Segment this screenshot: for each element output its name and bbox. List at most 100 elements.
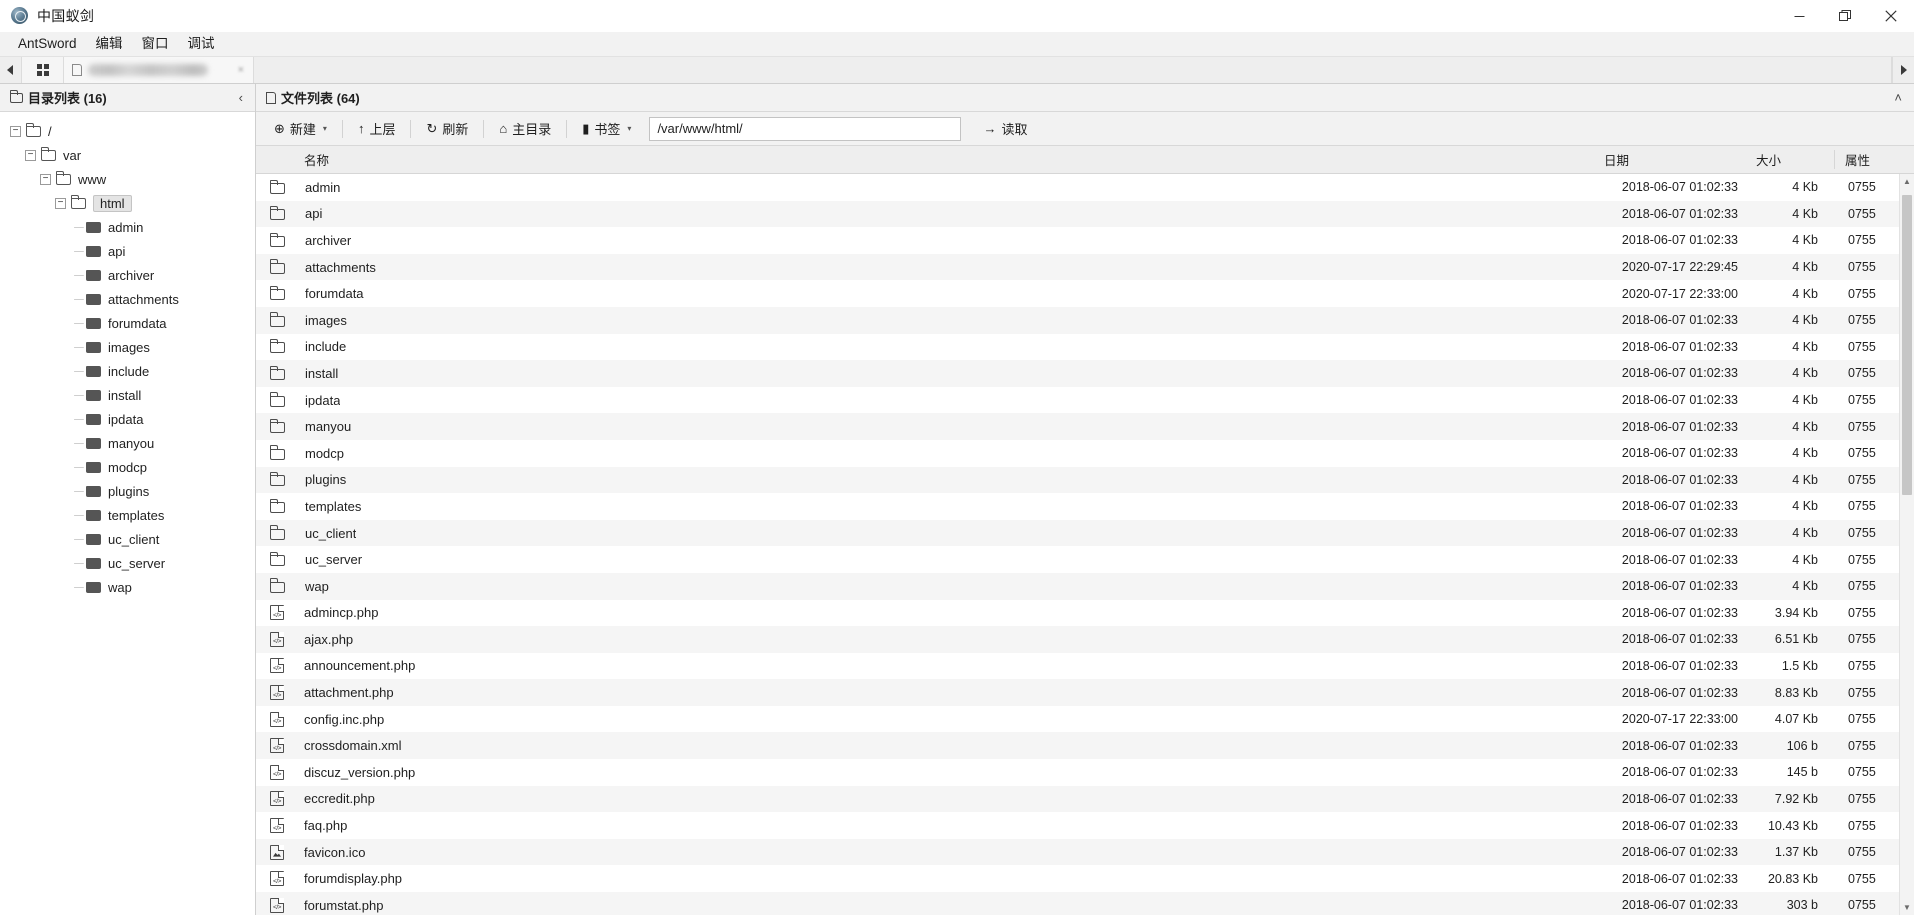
folder-solid-icon	[74, 293, 101, 305]
file-name-label: announcement.php	[304, 658, 416, 674]
grid-view-icon[interactable]	[22, 57, 64, 83]
file-date-cell: 2020-07-17 22:33:00	[1621, 286, 1738, 301]
table-row[interactable]: modcp 2018-06-07 01:02:33 4 Kb 0755	[256, 440, 1914, 467]
tree-node-archiver[interactable]: archiver	[0, 263, 255, 287]
tree-node-api[interactable]: api	[0, 239, 255, 263]
tree-node-forumdata[interactable]: forumdata	[0, 311, 255, 335]
table-row[interactable]: api 2018-06-07 01:02:33 4 Kb 0755	[256, 200, 1914, 228]
read-button[interactable]: → 读取	[973, 117, 1037, 141]
tab-strip: ×	[0, 57, 1914, 84]
tree-expander-icon[interactable]: −	[10, 125, 21, 137]
tree-node-var[interactable]: − var	[0, 143, 255, 167]
table-row[interactable]: admin 2018-06-07 01:02:33 4 Kb 0755	[256, 174, 1914, 201]
table-row[interactable]: favicon.ico 2018-06-07 01:02:33 1.37 Kb 075…	[256, 838, 1914, 866]
table-row[interactable]: config.inc.php 2020-07-17 22:33:00 4.07 Kb…	[256, 706, 1914, 733]
table-row[interactable]: ajax.php2018-06-07 01:02:336.51 Kb0755	[256, 626, 1914, 653]
tree-node-admin[interactable]: admin	[0, 215, 255, 239]
shell-tab[interactable]: ×	[64, 57, 254, 83]
table-row[interactable]: archiver 2018-06-07 01:02:33 4 Kb 0755	[256, 227, 1914, 254]
tree-node-www[interactable]: − www	[0, 167, 255, 191]
menu-edit[interactable]: 编辑	[87, 34, 132, 54]
column-header-size[interactable]: 大小	[1746, 150, 1834, 169]
home-button[interactable]: ⌂ 主目录	[489, 117, 561, 141]
table-row[interactable]: wap 2018-06-07 01:02:33 4 Kb 0755	[256, 572, 1914, 600]
maximize-restore-button[interactable]	[1822, 0, 1868, 32]
up-button[interactable]: ↑ 上层	[348, 117, 406, 141]
minimize-button[interactable]	[1776, 0, 1822, 32]
table-row[interactable]: crossdomain.xml2018-06-07 01:02:33106 b0…	[256, 732, 1914, 760]
tree-expander-icon[interactable]: −	[40, 173, 51, 185]
tree-node-install[interactable]: install	[0, 383, 255, 407]
column-header-date[interactable]: 日期	[1594, 150, 1746, 169]
folder-icon	[269, 418, 285, 434]
table-row[interactable]: templates 2018-06-07 01:02:33 4 Kb 0755	[256, 493, 1914, 520]
bookmark-button[interactable]: ▮ 书签 ▾	[572, 117, 641, 141]
tree-expander-icon[interactable]: −	[25, 149, 36, 161]
path-input[interactable]	[649, 116, 962, 141]
table-row[interactable]: attachments 2020-07-17 22:29:45 4 Kb 0755	[256, 253, 1914, 281]
table-row[interactable]: manyou 2018-06-07 01:02:33 4 Kb 0755	[256, 413, 1914, 440]
code-file-icon	[270, 791, 284, 807]
tab-scroll-right-icon[interactable]	[1892, 57, 1914, 83]
tree-node-templates[interactable]: templates	[0, 503, 255, 527]
file-list-scrollbar[interactable]: ▲ ▼	[1899, 174, 1914, 915]
tree-node-plugins[interactable]: plugins	[0, 479, 255, 503]
table-row[interactable]: include 2018-06-07 01:02:33 4 Kb 0755	[256, 334, 1914, 361]
scrollbar-track[interactable]	[1900, 189, 1914, 900]
tree-node-manyou[interactable]: manyou	[0, 431, 255, 455]
toolbar-separator	[410, 119, 412, 138]
shell-tab-close-icon[interactable]: ×	[238, 64, 244, 76]
table-row[interactable]: plugins 2018-06-07 01:02:33 4 Kb 0755	[256, 466, 1914, 494]
menu-debug[interactable]: 调试	[179, 34, 224, 54]
scroll-down-icon[interactable]: ▼	[1900, 900, 1914, 915]
scrollbar-thumb[interactable]	[1902, 195, 1912, 495]
file-name-cell: manyou	[256, 418, 1594, 434]
table-row[interactable]: faq.php2018-06-07 01:02:3310.43 Kb0755	[256, 812, 1914, 839]
file-size-cell: 4 Kb	[1792, 233, 1818, 248]
tree-expander-icon[interactable]: −	[55, 197, 66, 209]
table-row[interactable]: eccredit.php2018-06-07 01:02:337.92 Kb07…	[256, 785, 1914, 813]
folder-icon	[269, 285, 285, 301]
table-row[interactable]: ipdata 2018-06-07 01:02:33 4 Kb 0755	[256, 387, 1914, 414]
new-button[interactable]: ⊕ 新建 ▾	[264, 117, 337, 141]
file-size-cell: 10.43 Kb	[1767, 818, 1818, 833]
tree-node-uc_server[interactable]: uc_server	[0, 551, 255, 575]
tree-node-uc_client[interactable]: uc_client	[0, 527, 255, 551]
menu-window[interactable]: 窗口	[133, 34, 178, 54]
menu-antsword[interactable]: AntSword	[9, 34, 86, 54]
table-row[interactable]: images 2018-06-07 01:02:33 4 Kb 0755	[256, 306, 1914, 334]
table-row[interactable]: install 2018-06-07 01:02:33 4 Kb 0755	[256, 360, 1914, 387]
refresh-button[interactable]: ↻ 刷新	[416, 117, 478, 141]
tree-node-include[interactable]: include	[0, 359, 255, 383]
tab-scroll-left-icon[interactable]	[0, 57, 22, 83]
file-size-cell: 4 Kb	[1792, 393, 1818, 408]
directory-panel-collapse-icon[interactable]: ‹	[235, 89, 247, 106]
shell-tab-label-redacted	[88, 64, 208, 76]
file-list-panel-collapse-icon[interactable]: ˄	[1890, 89, 1906, 106]
table-row[interactable]: forumdisplay.php 2018-06-07 01:02:33 20.83…	[256, 865, 1914, 892]
tree-node-label: wap	[108, 579, 132, 595]
tree-node-[interactable]: − /	[0, 119, 255, 143]
chevron-down-icon[interactable]: ▾	[323, 124, 327, 133]
column-header-attr[interactable]: 属性	[1834, 150, 1914, 169]
tree-node-modcp[interactable]: modcp	[0, 455, 255, 479]
file-size-cell: 4 Kb	[1792, 180, 1818, 195]
tree-node-ipdata[interactable]: ipdata	[0, 407, 255, 431]
tree-node-images[interactable]: images	[0, 335, 255, 359]
scroll-up-icon[interactable]: ▲	[1900, 174, 1914, 189]
tree-node-wap[interactable]: wap	[0, 575, 255, 599]
chevron-down-icon[interactable]: ▾	[627, 124, 631, 133]
table-row[interactable]: forumdata 2020-07-17 22:33:00 4 Kb 0755	[256, 280, 1914, 307]
tree-node-attachments[interactable]: attachments	[0, 287, 255, 311]
close-button[interactable]	[1868, 0, 1914, 32]
table-row[interactable]: admincp.php2018-06-07 01:02:333.94 Kb075…	[256, 600, 1914, 627]
table-row[interactable]: attachment.php 2018-06-07 01:02:33 8.83 Kb…	[256, 679, 1914, 706]
table-row[interactable]: forumstat.php2018-06-07 01:02:33303 b075…	[256, 892, 1914, 915]
file-name-label: templates	[305, 498, 362, 514]
table-row[interactable]: announcement.php 2018-06-07 01:02:33 1.5 K…	[256, 653, 1914, 680]
table-row[interactable]: uc_client 2018-06-07 01:02:33 4 Kb 0755	[256, 519, 1914, 547]
table-row[interactable]: uc_server 2018-06-07 01:02:33 4 Kb 0755	[256, 546, 1914, 573]
column-header-name[interactable]: 名称	[256, 150, 1594, 169]
tree-node-html[interactable]: − html	[0, 191, 255, 215]
table-row[interactable]: discuz_version.php 2018-06-07 01:02:33 145…	[256, 759, 1914, 786]
